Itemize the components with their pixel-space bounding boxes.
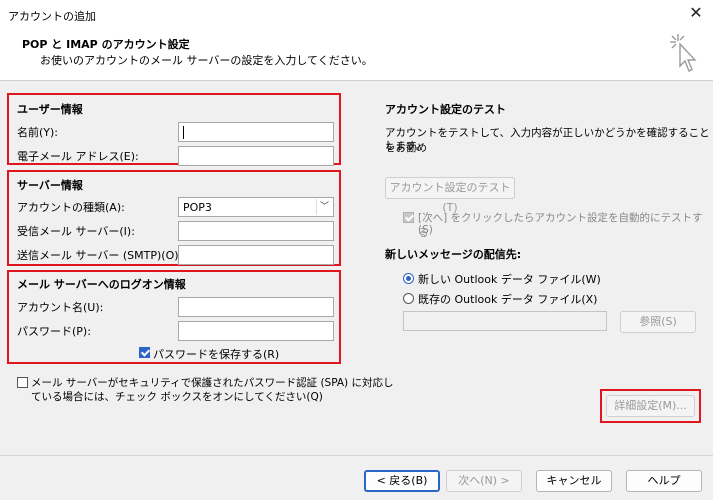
account-type-label: アカウントの種類(A):: [17, 201, 125, 214]
chevron-down-icon: ﹀: [316, 199, 332, 215]
close-icon[interactable]: ✕: [685, 2, 707, 24]
test-description-line2: します。: [385, 140, 426, 152]
account-name-label: アカウント名(U):: [17, 301, 104, 314]
window-title: アカウントの追加: [8, 10, 96, 23]
back-button[interactable]: < 戻る(B): [364, 470, 440, 492]
header-subtitle: お使いのアカウントのメール サーバーの設定を入力してください。: [40, 54, 373, 67]
test-account-button[interactable]: アカウント設定のテスト(T): [385, 177, 515, 214]
incoming-server-field[interactable]: [178, 221, 334, 241]
spa-label-line1[interactable]: メール サーバーがセキュリティで保護されたパスワード認証 (SPA) に対応し: [31, 375, 393, 390]
name-field[interactable]: [178, 122, 334, 142]
test-title: アカウント設定のテスト: [385, 103, 506, 116]
save-password-checkbox[interactable]: [139, 347, 150, 358]
server-info-title: サーバー情報: [17, 179, 83, 192]
password-label: パスワード(P):: [17, 325, 91, 338]
header: POP と IMAP のアカウント設定 お使いのアカウントのメール サーバーの設…: [0, 28, 713, 81]
existing-data-file-label[interactable]: 既存の Outlook データ ファイル(X): [418, 291, 597, 307]
password-field[interactable]: [178, 321, 334, 341]
account-type-select[interactable]: POP3 ﹀: [178, 197, 334, 217]
auto-test-checkbox[interactable]: [403, 212, 414, 223]
account-type-value: POP3: [183, 201, 212, 214]
auto-test-label-line2[interactable]: (S): [418, 224, 433, 236]
outgoing-server-label: 送信メール サーバー (SMTP)(O):: [17, 249, 183, 262]
email-field[interactable]: [178, 146, 334, 166]
logon-info-title: メール サーバーへのログオン情報: [17, 278, 186, 291]
email-label: 電子メール アドレス(E):: [17, 150, 139, 163]
existing-data-file-radio[interactable]: [403, 293, 414, 304]
text-caret: [183, 126, 184, 139]
next-button[interactable]: 次へ(N) >: [446, 470, 522, 492]
new-data-file-radio[interactable]: [403, 273, 414, 284]
spa-label-line2[interactable]: ている場合には、チェック ボックスをオンにしてください(Q): [31, 389, 323, 404]
incoming-server-label: 受信メール サーバー(I):: [17, 225, 135, 238]
data-file-path-field[interactable]: [403, 311, 607, 331]
cancel-button[interactable]: キャンセル: [536, 470, 612, 492]
header-title: POP と IMAP のアカウント設定: [22, 38, 190, 51]
test-description-line1: アカウントをテストして、入力内容が正しいかどうかを確認することをお勧め: [385, 127, 710, 154]
account-name-field[interactable]: [178, 297, 334, 317]
new-data-file-label[interactable]: 新しい Outlook データ ファイル(W): [418, 271, 601, 287]
footer-divider: [0, 455, 713, 456]
save-password-label[interactable]: パスワードを保存する(R): [153, 346, 279, 362]
advanced-settings-button[interactable]: 詳細設定(M)...: [606, 395, 695, 417]
name-label: 名前(Y):: [17, 126, 59, 139]
auto-test-label-line1[interactable]: [次へ] をクリックしたらアカウント設定を自動的にテストする: [418, 210, 713, 240]
user-info-title: ユーザー情報: [17, 103, 83, 116]
wizard-cursor-icon: [670, 34, 697, 72]
browse-button[interactable]: 参照(S): [620, 311, 696, 333]
title-bar: アカウントの追加 ✕: [0, 0, 713, 28]
delivery-title: 新しいメッセージの配信先:: [385, 248, 522, 261]
spa-checkbox[interactable]: [17, 377, 28, 388]
help-button[interactable]: ヘルプ: [626, 470, 702, 492]
outgoing-server-field[interactable]: [178, 245, 334, 265]
